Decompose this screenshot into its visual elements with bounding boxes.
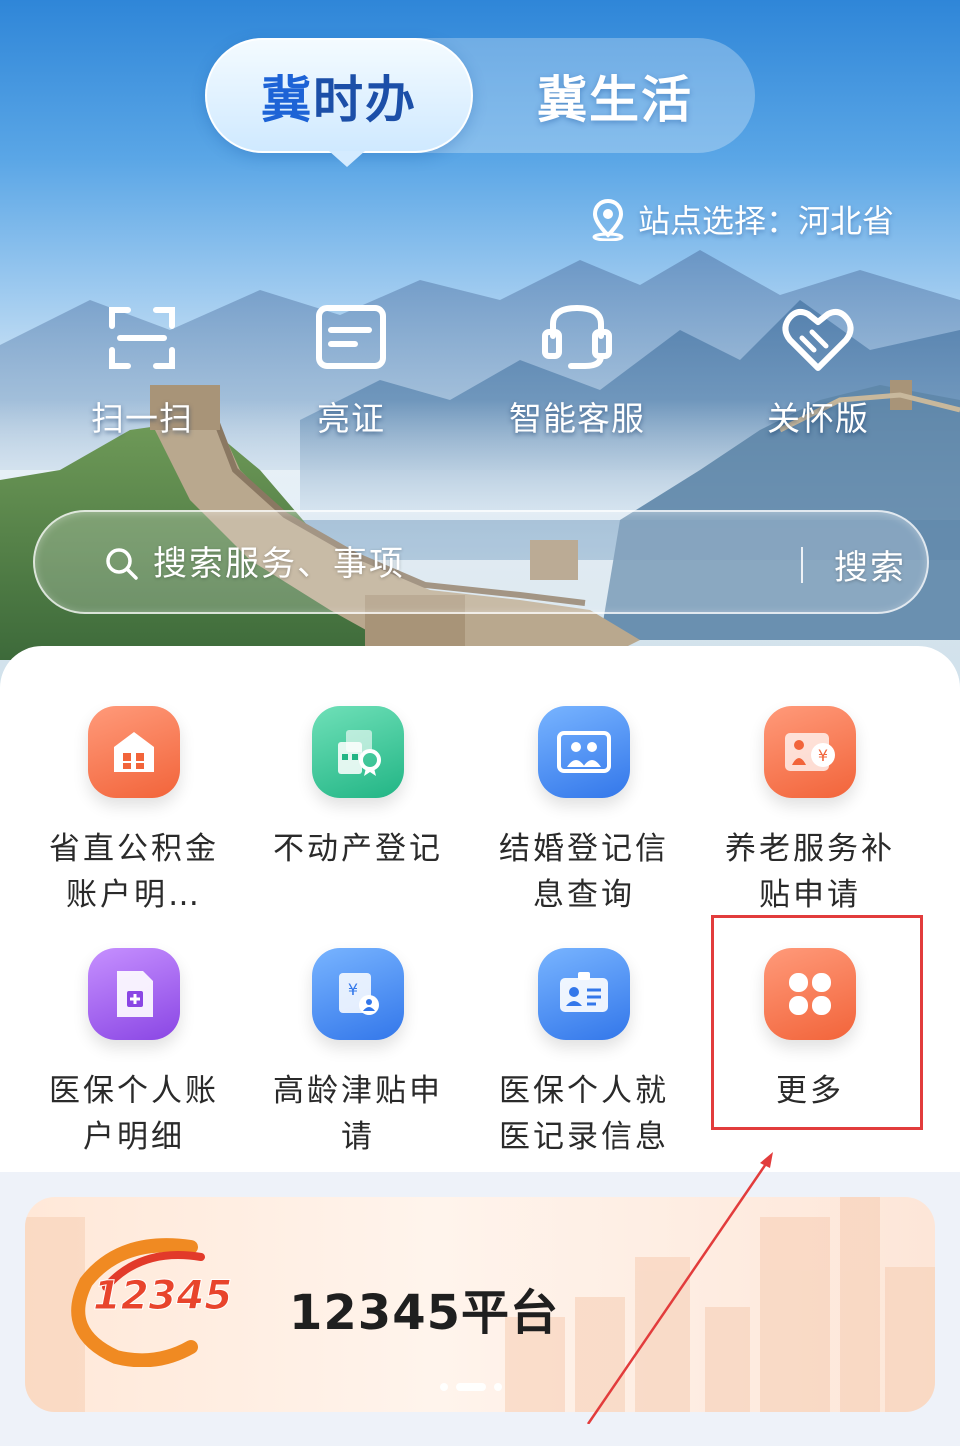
carousel-dot-active: [456, 1383, 486, 1391]
carousel-dot: [494, 1383, 502, 1391]
annotation-arrow: [586, 1152, 773, 1425]
carousel-dot: [440, 1383, 448, 1391]
carousel-indicator: [440, 1383, 502, 1391]
bottom-edge: [0, 1424, 960, 1446]
